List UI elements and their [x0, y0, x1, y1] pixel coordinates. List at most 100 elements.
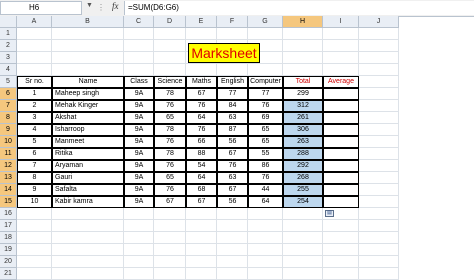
cell-total[interactable]: 299 [283, 88, 323, 100]
cell-total[interactable]: 292 [283, 160, 323, 172]
cell-english[interactable]: 87 [217, 124, 248, 136]
cell-name[interactable]: Mehak Kinger [52, 100, 124, 112]
header-class[interactable]: Class [124, 76, 154, 88]
cell[interactable] [248, 220, 283, 232]
cell-computer[interactable]: 65 [248, 136, 283, 148]
cell-class[interactable]: 9A [124, 184, 154, 196]
cell[interactable] [154, 40, 186, 52]
cell-average[interactable] [323, 172, 359, 184]
cell-computer[interactable]: 86 [248, 160, 283, 172]
cell[interactable] [17, 232, 52, 244]
header-computer[interactable]: Computer [248, 76, 283, 88]
row-header-18[interactable]: 18 [0, 232, 17, 244]
cell-average[interactable] [323, 100, 359, 112]
cell[interactable] [124, 268, 154, 280]
cell[interactable] [359, 184, 399, 196]
cell-science[interactable]: 76 [154, 136, 186, 148]
cell[interactable] [17, 220, 52, 232]
row-header-14[interactable]: 14 [0, 184, 17, 196]
cell-name[interactable]: Gauri [52, 172, 124, 184]
cell[interactable] [124, 40, 154, 52]
cell-maths[interactable]: 54 [186, 160, 217, 172]
header-maths[interactable]: Maths [186, 76, 217, 88]
cell-average[interactable] [323, 196, 359, 208]
cell[interactable] [154, 28, 186, 40]
cell-sr[interactable]: 7 [17, 160, 52, 172]
cell[interactable] [283, 268, 323, 280]
cell-english[interactable]: 84 [217, 100, 248, 112]
row-header-5[interactable]: 5 [0, 76, 17, 88]
cell[interactable] [124, 64, 154, 76]
row-header-12[interactable]: 12 [0, 160, 17, 172]
cell-average[interactable] [323, 136, 359, 148]
cell-maths[interactable]: 64 [186, 172, 217, 184]
cell-maths[interactable]: 67 [186, 88, 217, 100]
cell-name[interactable]: Manmeet [52, 136, 124, 148]
cell[interactable] [359, 220, 399, 232]
cell-name[interactable]: Safalta [52, 184, 124, 196]
cell[interactable] [283, 52, 323, 64]
cell[interactable] [186, 64, 217, 76]
cell[interactable] [323, 52, 359, 64]
cell[interactable] [17, 28, 52, 40]
cell-computer[interactable]: 55 [248, 148, 283, 160]
column-header-d[interactable]: D [154, 16, 186, 28]
cell[interactable] [124, 208, 154, 220]
cell-english[interactable]: 77 [217, 88, 248, 100]
cell[interactable] [359, 244, 399, 256]
cell[interactable] [323, 232, 359, 244]
cell[interactable] [217, 244, 248, 256]
cell-average[interactable] [323, 160, 359, 172]
column-header-a[interactable]: A [17, 16, 52, 28]
cell-total[interactable]: 263 [283, 136, 323, 148]
cell[interactable] [52, 256, 124, 268]
cell[interactable] [52, 268, 124, 280]
cell-class[interactable]: 9A [124, 196, 154, 208]
cell-sr[interactable]: 3 [17, 112, 52, 124]
cell-class[interactable]: 9A [124, 124, 154, 136]
row-header-1[interactable]: 1 [0, 28, 17, 40]
cell[interactable] [186, 256, 217, 268]
cell[interactable] [359, 196, 399, 208]
cell-science[interactable]: 65 [154, 112, 186, 124]
cell[interactable] [186, 232, 217, 244]
cell[interactable] [283, 256, 323, 268]
cell[interactable] [52, 232, 124, 244]
cell[interactable] [52, 40, 124, 52]
cell[interactable] [154, 232, 186, 244]
cell-class[interactable]: 9A [124, 148, 154, 160]
cell-sr[interactable]: 9 [17, 184, 52, 196]
row-header-21[interactable]: 21 [0, 268, 17, 280]
cell[interactable] [359, 148, 399, 160]
cell[interactable] [124, 232, 154, 244]
column-header-b[interactable]: B [52, 16, 124, 28]
cell[interactable] [154, 244, 186, 256]
column-header-c[interactable]: C [124, 16, 154, 28]
cell-total[interactable]: 312 [283, 100, 323, 112]
cell-computer[interactable]: 76 [248, 100, 283, 112]
cell[interactable] [248, 268, 283, 280]
cell-maths[interactable]: 76 [186, 100, 217, 112]
cell-science[interactable]: 78 [154, 148, 186, 160]
cell-science[interactable]: 65 [154, 172, 186, 184]
cell-english[interactable]: 56 [217, 136, 248, 148]
row-header-20[interactable]: 20 [0, 256, 17, 268]
header-science[interactable]: Science [154, 76, 186, 88]
row-header-10[interactable]: 10 [0, 136, 17, 148]
cell[interactable] [283, 220, 323, 232]
cell[interactable] [359, 136, 399, 148]
cell[interactable] [154, 52, 186, 64]
cell-sr[interactable]: 8 [17, 172, 52, 184]
column-header-f[interactable]: F [217, 16, 248, 28]
row-header-19[interactable]: 19 [0, 244, 17, 256]
cell[interactable] [283, 232, 323, 244]
cell-sr[interactable]: 10 [17, 196, 52, 208]
cell-maths[interactable]: 68 [186, 184, 217, 196]
cell[interactable] [186, 244, 217, 256]
cell[interactable] [217, 232, 248, 244]
cell-class[interactable]: 9A [124, 88, 154, 100]
row-header-4[interactable]: 4 [0, 64, 17, 76]
cell-class[interactable]: 9A [124, 136, 154, 148]
cell[interactable] [217, 208, 248, 220]
cell-sr[interactable]: 1 [17, 88, 52, 100]
